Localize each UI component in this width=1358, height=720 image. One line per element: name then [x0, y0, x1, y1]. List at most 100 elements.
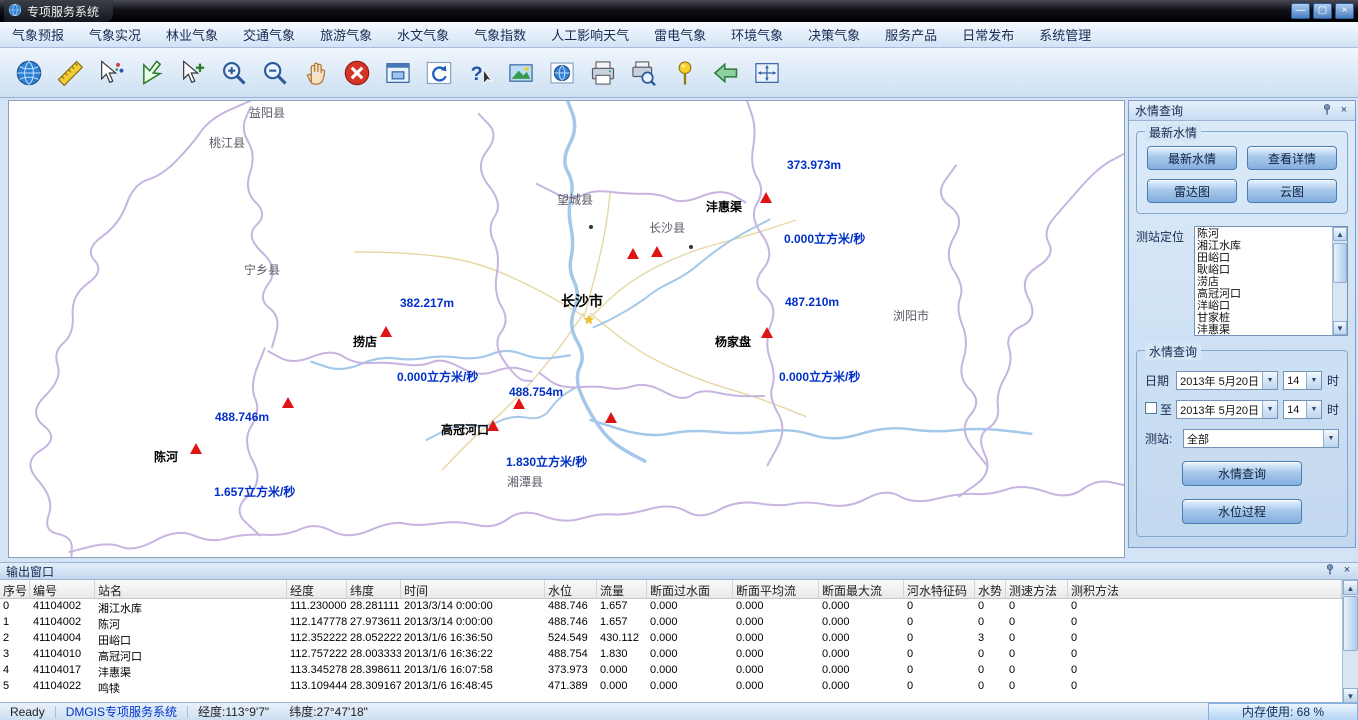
- print-icon[interactable]: [586, 55, 620, 91]
- refresh-icon[interactable]: [422, 55, 456, 91]
- table-row[interactable]: 041104002湘江水库111.23000028.2811112013/3/1…: [0, 599, 1342, 615]
- station-list-item-9[interactable]: 沣惠渠: [1197, 324, 1330, 335]
- table-row[interactable]: 241104004田峪口112.35222228.0522222013/1/6 …: [0, 631, 1342, 647]
- menu-item-3[interactable]: 林业气象: [166, 25, 218, 44]
- station-marker-icon[interactable]: [651, 246, 663, 257]
- column-header[interactable]: 站名: [95, 580, 287, 598]
- zoom-in-icon[interactable]: [217, 55, 251, 91]
- scroll-up-icon[interactable]: ▲: [1343, 580, 1358, 595]
- menu-item-6[interactable]: 水文气象: [397, 25, 449, 44]
- station-marker-icon[interactable]: [605, 412, 617, 423]
- menu-item-13[interactable]: 日常发布: [962, 25, 1014, 44]
- scroll-thumb[interactable]: [1333, 243, 1347, 283]
- station-list-item-6[interactable]: 高冠河口: [1197, 288, 1330, 300]
- hour-from-combo[interactable]: 14 ▼: [1283, 371, 1322, 390]
- select-plus-icon[interactable]: [176, 55, 210, 91]
- water-level-process-button[interactable]: 水位过程: [1182, 499, 1302, 524]
- identify-arrow-icon[interactable]: [135, 55, 169, 91]
- station-combo[interactable]: 全部 ▼: [1183, 429, 1339, 448]
- scroll-down-icon[interactable]: ▼: [1343, 688, 1358, 703]
- station-list-scrollbar[interactable]: ▲ ▼: [1332, 227, 1347, 335]
- minimize-button[interactable]: —: [1291, 3, 1310, 19]
- close-button[interactable]: ×: [1335, 3, 1354, 19]
- view-details-button[interactable]: 查看详情: [1247, 146, 1337, 170]
- station-list-item-1[interactable]: 陈河: [1197, 228, 1330, 240]
- dropdown-arrow-icon[interactable]: ▼: [1262, 401, 1277, 418]
- menu-item-12[interactable]: 服务产品: [885, 25, 937, 44]
- station-marker-icon[interactable]: [513, 398, 525, 409]
- legend-image-icon[interactable]: [504, 55, 538, 91]
- date-from-combo[interactable]: 2013年 5月20日 ▼: [1176, 371, 1278, 390]
- map-canvas[interactable]: 益阳县桃江县宁乡县望城县长沙县浏阳市湘潭县长沙市★捞店陈河高冠河口杨家盘沣惠渠3…: [8, 100, 1125, 558]
- station-marker-icon[interactable]: [761, 327, 773, 338]
- column-header[interactable]: 时间: [401, 580, 545, 598]
- station-marker-icon[interactable]: [627, 248, 639, 259]
- back-arrow-icon[interactable]: [709, 55, 743, 91]
- menu-item-4[interactable]: 交通气象: [243, 25, 295, 44]
- scroll-thumb[interactable]: [1343, 596, 1358, 651]
- table-row[interactable]: 541104022鸣犊113.10944428.3091672013/1/6 1…: [0, 679, 1342, 695]
- station-marker-icon[interactable]: [487, 420, 499, 431]
- column-header[interactable]: 断面平均流: [733, 580, 819, 598]
- column-header[interactable]: 纬度: [347, 580, 401, 598]
- date-to-combo[interactable]: 2013年 5月20日 ▼: [1176, 400, 1278, 419]
- cloud-image-button[interactable]: 云图: [1247, 179, 1337, 203]
- poi-pin-icon[interactable]: [668, 55, 702, 91]
- water-query-button[interactable]: 水情查询: [1182, 461, 1302, 486]
- globe-icon[interactable]: [12, 55, 46, 91]
- column-header[interactable]: 水位: [545, 580, 597, 598]
- station-list-item-2[interactable]: 湘江水库: [1197, 240, 1330, 252]
- column-header[interactable]: 断面过水面: [647, 580, 733, 598]
- column-header[interactable]: 编号: [30, 580, 95, 598]
- station-marker-icon[interactable]: [760, 192, 772, 203]
- column-header[interactable]: 测积方法: [1068, 580, 1342, 598]
- select-feature-icon[interactable]: [94, 55, 128, 91]
- menu-item-9[interactable]: 雷电气象: [654, 25, 706, 44]
- close-panel-icon[interactable]: ×: [1337, 104, 1351, 118]
- help-icon[interactable]: ?: [463, 55, 497, 91]
- pan-hand-icon[interactable]: [299, 55, 333, 91]
- dropdown-arrow-icon[interactable]: ▼: [1306, 372, 1321, 389]
- column-header[interactable]: 水势: [975, 580, 1006, 598]
- scroll-up-icon[interactable]: ▲: [1333, 227, 1347, 241]
- menu-item-10[interactable]: 环境气象: [731, 25, 783, 44]
- world-window-icon[interactable]: [545, 55, 579, 91]
- latest-water-button[interactable]: 最新水情: [1147, 146, 1237, 170]
- column-header[interactable]: 测速方法: [1006, 580, 1068, 598]
- menu-item-2[interactable]: 气象实况: [89, 25, 141, 44]
- table-row[interactable]: 441104017沣惠渠113.34527828.3986112013/1/6 …: [0, 663, 1342, 679]
- menu-item-14[interactable]: 系统管理: [1039, 25, 1091, 44]
- dropdown-arrow-icon[interactable]: ▼: [1306, 401, 1321, 418]
- station-list-item-5[interactable]: 涝店: [1197, 276, 1330, 288]
- station-list-item-4[interactable]: 耿峪口: [1197, 264, 1330, 276]
- column-header[interactable]: 流量: [597, 580, 647, 598]
- radar-chart-button[interactable]: 雷达图: [1147, 179, 1237, 203]
- menu-item-8[interactable]: 人工影响天气: [551, 25, 629, 44]
- to-checkbox[interactable]: [1145, 402, 1157, 414]
- clear-icon[interactable]: [340, 55, 374, 91]
- menu-item-5[interactable]: 旅游气象: [320, 25, 372, 44]
- dropdown-arrow-icon[interactable]: ▼: [1262, 372, 1277, 389]
- hour-to-combo[interactable]: 14 ▼: [1283, 400, 1322, 419]
- column-header[interactable]: 断面最大流: [819, 580, 904, 598]
- station-marker-icon[interactable]: [190, 443, 202, 454]
- column-header[interactable]: 经度: [287, 580, 347, 598]
- close-output-icon[interactable]: ×: [1340, 564, 1354, 578]
- station-list-item-8[interactable]: 甘家桩: [1197, 312, 1330, 324]
- maximize-button[interactable]: ▢: [1313, 3, 1332, 19]
- full-extent-icon[interactable]: [381, 55, 415, 91]
- zoom-window-icon[interactable]: [750, 55, 784, 91]
- menu-item-11[interactable]: 决策气象: [808, 25, 860, 44]
- pin-icon[interactable]: [1323, 564, 1337, 578]
- table-row[interactable]: 341104010高冠河口112.75722228.0033332013/1/6…: [0, 647, 1342, 663]
- column-header[interactable]: 河水特征码: [904, 580, 975, 598]
- dropdown-arrow-icon[interactable]: ▼: [1323, 430, 1338, 447]
- station-marker-icon[interactable]: [282, 397, 294, 408]
- measure-icon[interactable]: [53, 55, 87, 91]
- column-header[interactable]: 序号: [0, 580, 30, 598]
- menu-item-1[interactable]: 气象预报: [12, 25, 64, 44]
- station-list-item-7[interactable]: 洋峪口: [1197, 300, 1330, 312]
- station-marker-icon[interactable]: [380, 326, 392, 337]
- menu-item-7[interactable]: 气象指数: [474, 25, 526, 44]
- pin-icon[interactable]: [1320, 104, 1334, 118]
